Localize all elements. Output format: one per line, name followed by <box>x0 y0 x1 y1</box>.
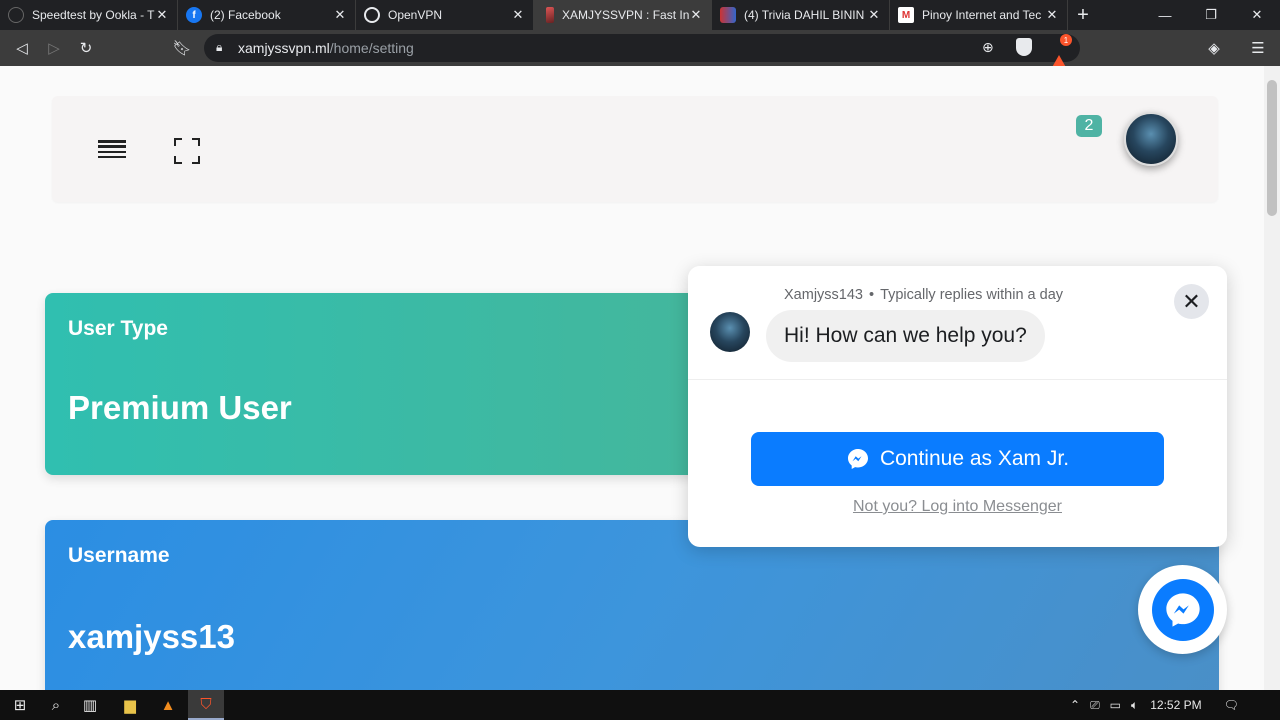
tab-pinoy[interactable]: M Pinoy Internet and Tec ✕ <box>890 0 1068 30</box>
tab-title: Speedtest by Ookla - T <box>32 8 155 22</box>
tab-facebook[interactable]: f (2) Facebook ✕ <box>178 0 356 30</box>
notifications-icon[interactable]: 🗨︎ <box>1224 698 1239 712</box>
speedtest-icon <box>8 7 24 23</box>
back-button[interactable]: ◁ <box>12 38 32 58</box>
top-navbar: 2 <box>52 96 1218 202</box>
facebook-icon: f <box>186 7 202 23</box>
vpn-extension-icon[interactable]: ◈ <box>1204 38 1224 58</box>
username-value: xamjyss13 <box>68 618 235 655</box>
user-avatar[interactable] <box>1124 112 1178 166</box>
tab-xamjyssvpn[interactable]: XAMJYSSVPN : Fast Int ✕ <box>534 0 712 30</box>
vlc-icon[interactable]: ▲ <box>150 690 186 720</box>
tab-speedtest[interactable]: Speedtest by Ookla - T ✕ <box>0 0 178 30</box>
log-into-messenger-link[interactable]: Not you? Log into Messenger <box>688 498 1227 516</box>
chat-sender-name: Xamjyss143 <box>784 287 863 303</box>
user-type-value: Premium User <box>68 389 292 426</box>
system-tray: ⌃ ⎚ ▭ 🔈︎ 12:52 PM 🗨︎ <box>1070 690 1239 720</box>
shield-icon <box>720 7 736 23</box>
chat-greeting-bubble: Hi! How can we help you? <box>766 310 1045 362</box>
close-window-button[interactable]: ✕ <box>1234 0 1280 30</box>
chat-sender-line: Xamjyss143 • Typically replies within a da… <box>784 287 1063 303</box>
url-text: xamjyssvpn.ml/home/setting <box>238 40 414 56</box>
file-explorer-icon[interactable]: ▆ <box>112 690 148 720</box>
reload-button[interactable]: ↻ <box>76 38 96 58</box>
brave-shields-icon[interactable] <box>1016 38 1032 56</box>
close-icon[interactable]: ✕ <box>511 7 525 23</box>
minimize-button[interactable]: — <box>1142 0 1188 30</box>
browser-toolbar: ◁ ▷ ↻ 🔖︎ 🔒︎ xamjyssvpn.ml/home/setting ⊕… <box>0 30 1280 71</box>
brave-browser-icon[interactable]: ⛉ <box>188 690 224 720</box>
tab-title: Pinoy Internet and Tec <box>922 8 1042 22</box>
messenger-chat-button[interactable] <box>1138 565 1227 654</box>
clock-time[interactable]: 12:52 PM <box>1150 698 1201 712</box>
user-type-label: User Type <box>68 317 168 340</box>
lock-icon[interactable]: 🔒︎ <box>216 40 222 55</box>
windows-start-icon[interactable]: ⊞ <box>2 690 38 720</box>
separator-dot: • <box>868 287 875 303</box>
tab-title: XAMJYSSVPN : Fast Int <box>562 8 689 22</box>
bookmark-icon[interactable]: 🔖︎ <box>172 38 192 58</box>
chat-close-button[interactable]: ✕ <box>1174 284 1209 319</box>
new-tab-button[interactable]: + <box>1068 0 1098 30</box>
fullscreen-icon[interactable] <box>174 138 200 164</box>
rewards-count: 1 <box>1060 34 1072 46</box>
volume-icon[interactable]: 🔈︎ <box>1131 698 1138 713</box>
continue-as-button[interactable]: Continue as Xam Jr. <box>751 432 1164 486</box>
chevron-up-icon[interactable]: ⌃ <box>1070 698 1080 712</box>
messenger-icon <box>1165 592 1200 627</box>
battery-icon[interactable]: ▭ <box>1110 698 1121 712</box>
hamburger-menu-icon[interactable] <box>98 140 126 162</box>
url-host: xamjyssvpn.ml <box>238 40 330 56</box>
forward-button[interactable]: ▷ <box>44 38 64 58</box>
zoom-icon[interactable]: ⊕ <box>982 39 994 56</box>
gmail-icon: M <box>898 7 914 23</box>
address-bar[interactable]: 🔒︎ xamjyssvpn.ml/home/setting ⊕ 1 <box>204 34 1080 71</box>
tab-title: OpenVPN <box>388 8 443 22</box>
restore-button[interactable]: ❐ <box>1188 0 1234 30</box>
username-label: Username <box>68 544 170 567</box>
tab-title: (4) Trivia DAHIL BININ <box>744 8 865 22</box>
chat-header: Xamjyss143 • Typically replies within a da… <box>688 266 1227 380</box>
brave-rewards-icon[interactable]: 1 <box>1050 34 1072 71</box>
chat-avatar <box>710 312 750 352</box>
network-icon[interactable]: ⎚ <box>1090 698 1100 713</box>
globe-icon <box>364 7 380 23</box>
site-logo-icon <box>546 7 554 23</box>
messenger-icon <box>847 449 868 469</box>
close-icon[interactable]: ✕ <box>333 7 347 23</box>
task-view-icon[interactable]: ▥ <box>72 690 108 720</box>
search-icon[interactable]: ⌕ <box>38 690 74 720</box>
close-icon[interactable]: ✕ <box>867 7 881 23</box>
browser-tab-strip: Speedtest by Ookla - T ✕ f (2) Facebook … <box>0 0 1280 30</box>
messenger-chat-popup: Xamjyss143 • Typically replies within a da… <box>688 266 1227 547</box>
scrollbar-thumb[interactable] <box>1267 80 1277 216</box>
continue-as-label: Continue as Xam Jr. <box>879 447 1070 470</box>
windows-taskbar: ⊞ ⌕ ▥ ▆ ▲ ⛉ ⌃ ⎚ ▭ 🔈︎ 12:52 PM 🗨︎ <box>0 690 1280 720</box>
tab-trivia[interactable]: (4) Trivia DAHIL BININ ✕ <box>712 0 890 30</box>
close-icon[interactable]: ✕ <box>155 7 169 23</box>
close-icon[interactable]: ✕ <box>1045 7 1059 23</box>
tab-title: (2) Facebook <box>210 8 281 22</box>
tab-openvpn[interactable]: OpenVPN ✕ <box>356 0 534 30</box>
page-content: 2 User Type Premium User Username xamjys… <box>0 66 1264 690</box>
page-scrollbar[interactable] <box>1264 66 1280 690</box>
url-path: /home/setting <box>329 40 414 56</box>
notification-badge[interactable]: 2 <box>1076 115 1102 137</box>
menu-icon[interactable]: ☰ <box>1248 38 1268 58</box>
chat-reply-time: Typically replies within a day <box>880 287 1064 303</box>
close-icon[interactable]: ✕ <box>689 7 703 23</box>
